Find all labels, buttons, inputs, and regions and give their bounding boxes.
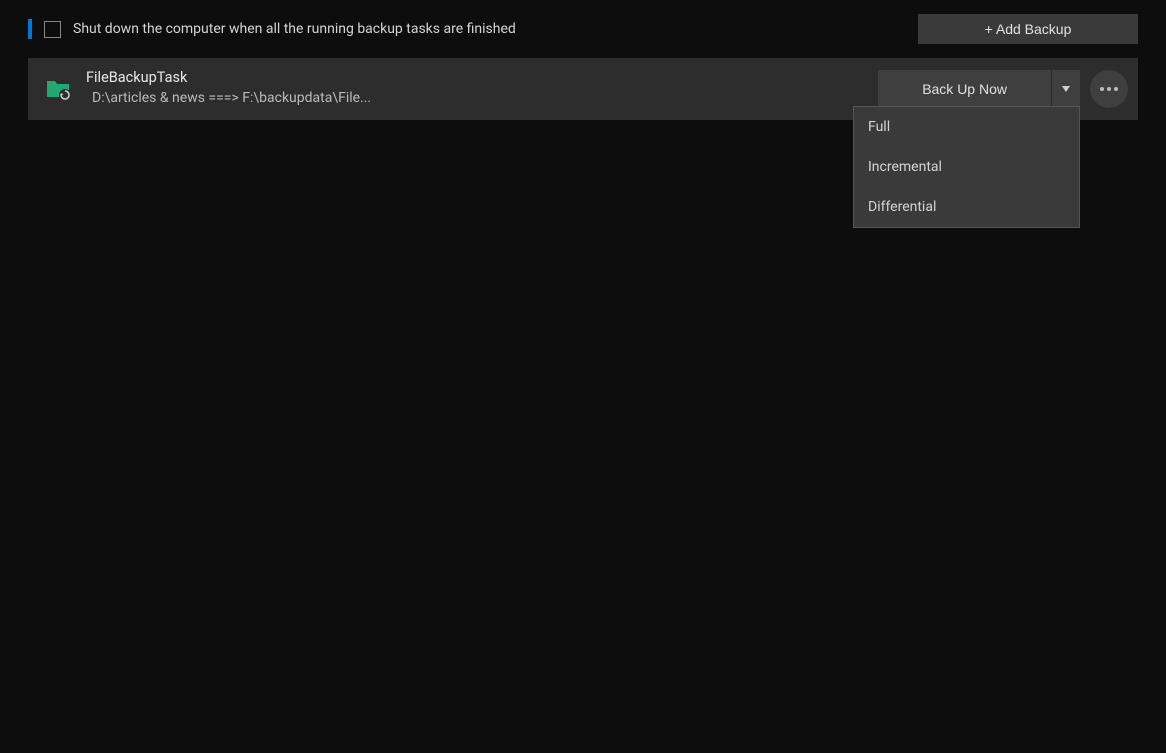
backup-now-split-button: Back Up Now (878, 70, 1080, 108)
backup-now-button[interactable]: Back Up Now (878, 70, 1052, 108)
shutdown-label: Shut down the computer when all the runn… (73, 21, 516, 37)
task-path: D:\articles & news ===> F:\backupdata\Fi… (86, 88, 878, 108)
shutdown-option-group: Shut down the computer when all the runn… (28, 19, 516, 39)
task-actions: Back Up Now (878, 70, 1128, 108)
accent-bar (28, 19, 32, 39)
task-title: FileBackupTask (86, 69, 878, 88)
backup-task-row[interactable]: FileBackupTask D:\articles & news ===> F… (28, 58, 1138, 120)
add-backup-button[interactable]: + Add Backup (918, 14, 1138, 44)
shutdown-checkbox[interactable] (44, 21, 61, 38)
dropdown-item-full[interactable]: Full (854, 107, 1079, 147)
folder-sync-icon (44, 75, 72, 103)
top-bar: Shut down the computer when all the runn… (0, 0, 1166, 58)
backup-dropdown-toggle[interactable] (1052, 70, 1080, 108)
task-info: FileBackupTask D:\articles & news ===> F… (86, 69, 878, 108)
add-backup-label: + Add Backup (985, 21, 1072, 37)
dots-icon (1100, 87, 1104, 91)
more-options-button[interactable] (1090, 70, 1128, 108)
caret-down-icon (1062, 86, 1070, 92)
backup-type-dropdown: Full Incremental Differential (853, 106, 1080, 228)
dropdown-item-differential[interactable]: Differential (854, 187, 1079, 227)
dropdown-item-incremental[interactable]: Incremental (854, 147, 1079, 187)
backup-now-label: Back Up Now (922, 81, 1007, 97)
